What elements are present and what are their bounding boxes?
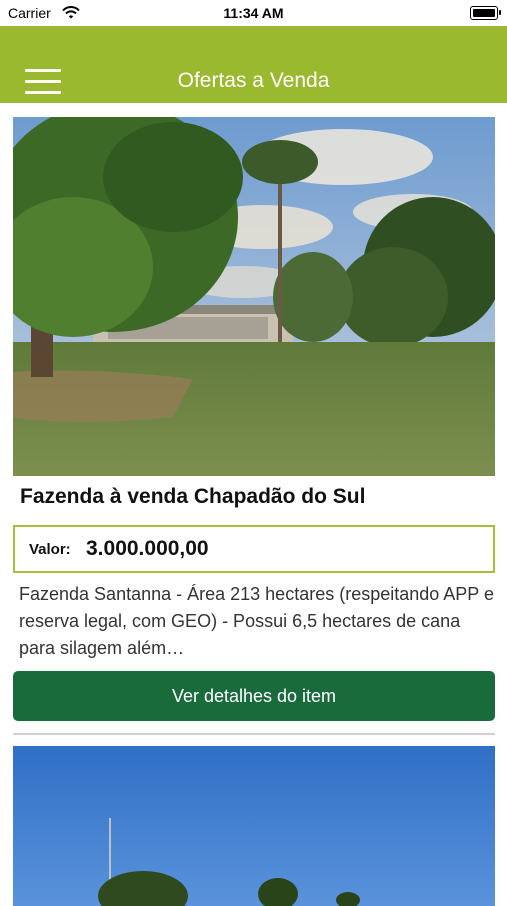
price-box: Valor: 3.000.000,00	[13, 525, 495, 573]
listing-description: Fazenda Santanna - Área 213 hectares (re…	[19, 584, 494, 658]
listing-title: Fazenda à venda Chapadão do Sul	[20, 485, 366, 508]
listing-divider	[13, 733, 495, 735]
price-label: Valor:	[29, 541, 71, 558]
status-time: 11:34 AM	[223, 5, 284, 21]
battery-icon	[470, 6, 501, 20]
listing-image[interactable]	[13, 746, 495, 906]
price-value: 3.000.000,00	[86, 537, 209, 560]
listing-image[interactable]	[13, 117, 495, 476]
page-title: Ofertas a Venda	[177, 69, 330, 92]
view-details-button[interactable]: Ver detalhes do item	[13, 671, 495, 721]
status-bar: Carrier 11:34 AM	[0, 0, 507, 26]
nav-bar: Ofertas a Venda	[0, 26, 507, 103]
